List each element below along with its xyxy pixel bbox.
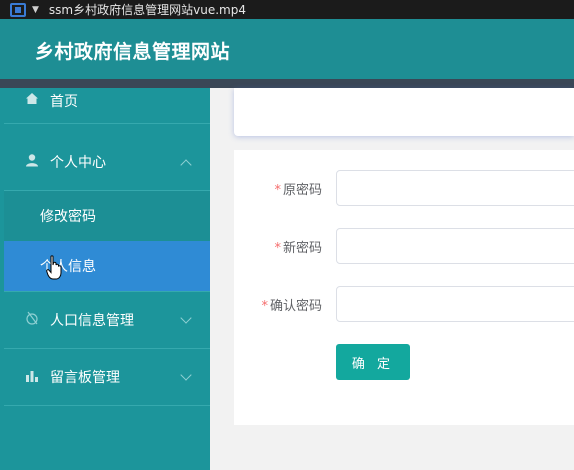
sidebar-item-label: 留言板管理	[50, 370, 120, 386]
breadcrumb-card	[234, 88, 574, 136]
confirm-button[interactable]: 确 定	[336, 344, 410, 380]
field-label: 确认密码	[269, 298, 322, 314]
field-label: 新密码	[282, 240, 322, 256]
sidebar-item-population[interactable]: 人口信息管理	[4, 292, 210, 349]
chevron-down-icon	[180, 369, 192, 381]
confirm-password-input[interactable]	[336, 286, 574, 322]
sidebar-subitem-change-password[interactable]: 修改密码	[4, 191, 210, 241]
required-mark: *	[274, 182, 281, 198]
form-row-confirm-password: * 确认密码	[234, 286, 574, 322]
sidebar-item-label: 首页	[50, 93, 78, 110]
sidebar-edge	[0, 88, 4, 470]
sidebar: 首页 个人中心 修改密码 个人信息 人口信息管理 留言板管理	[4, 88, 210, 470]
chevron-down-icon[interactable]: ▼	[32, 5, 39, 15]
change-password-form: * 原密码 * 新密码 * 确认密码 确 定	[234, 150, 574, 425]
video-title: ssm乡村政府信息管理网站vue.mp4	[48, 3, 246, 17]
sidebar-item-message-board[interactable]: 留言板管理	[4, 349, 210, 406]
sidebar-item-label: 人口信息管理	[50, 313, 134, 329]
required-mark: *	[261, 298, 268, 314]
bar-chart-icon	[24, 369, 40, 386]
player-app-icon[interactable]	[10, 2, 26, 17]
sidebar-item-home[interactable]: 首页	[4, 78, 210, 124]
user-icon	[24, 153, 40, 171]
hand-cursor-icon	[46, 255, 62, 280]
field-label: 原密码	[282, 182, 322, 198]
form-row-new-password: * 新密码	[234, 228, 574, 264]
population-icon	[24, 311, 40, 329]
sidebar-subitem-personal-info[interactable]: 个人信息	[4, 241, 210, 291]
sidebar-item-profile-center[interactable]: 个人中心	[4, 134, 210, 191]
new-password-input[interactable]	[336, 228, 574, 264]
chevron-up-icon	[180, 159, 192, 171]
sidebar-item-label: 个人中心	[50, 155, 106, 171]
site-title: 乡村政府信息管理网站	[35, 41, 231, 63]
form-row-old-password: * 原密码	[234, 170, 574, 206]
chevron-down-icon	[180, 312, 192, 324]
home-icon	[24, 92, 40, 109]
app-header: 乡村政府信息管理网站	[0, 19, 574, 79]
sidebar-subitem-label: 修改密码	[40, 209, 96, 225]
old-password-input[interactable]	[336, 170, 574, 206]
required-mark: *	[274, 240, 281, 256]
player-title-bar: ▼ ssm乡村政府信息管理网站vue.mp4	[0, 0, 574, 19]
